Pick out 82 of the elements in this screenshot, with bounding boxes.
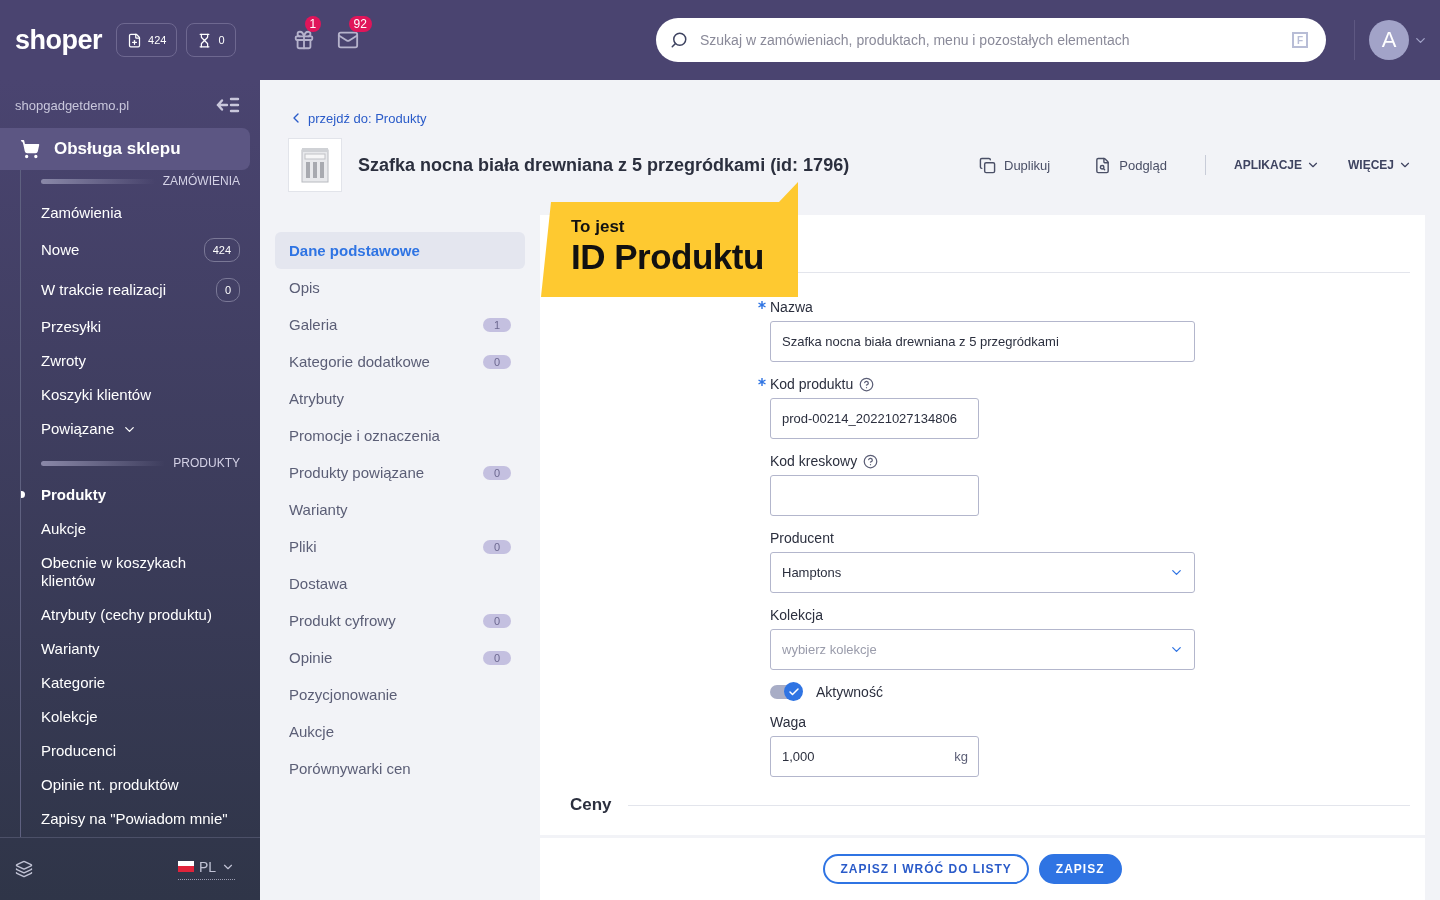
sidebar-item[interactable]: Warianty bbox=[41, 632, 240, 666]
notification-badge: 92 bbox=[348, 16, 372, 32]
sidebar-item[interactable]: Kolekcje bbox=[41, 700, 240, 734]
sidebar-item[interactable]: Zwroty bbox=[41, 344, 240, 378]
notification-badge: 1 bbox=[304, 16, 322, 32]
sidebar-item[interactable]: Zapisy na "Powiadom mnie" bbox=[41, 802, 240, 836]
input-field[interactable] bbox=[770, 475, 979, 516]
field-label: Nazwa bbox=[770, 299, 813, 315]
search-field[interactable]: Szukaj w zamówieniach, produktach, menu i pozostałych elementach F bbox=[656, 18, 1326, 62]
field-label: Aktywność bbox=[816, 684, 883, 700]
flag-icon bbox=[177, 861, 194, 872]
action-link[interactable]: Duplikuj bbox=[979, 156, 1051, 174]
menu-dropdown[interactable]: APLIKACJE bbox=[1233, 158, 1320, 172]
group-heading: PRODUKTY bbox=[173, 456, 240, 470]
field-label: Kod produktu bbox=[770, 376, 854, 392]
logo[interactable]: shoper bbox=[15, 24, 103, 56]
section-tab[interactable]: Promocje i oznaczenia bbox=[275, 417, 525, 454]
menu-dropdown[interactable]: WIĘCEJ bbox=[1348, 158, 1412, 172]
section-heading: Ceny bbox=[570, 795, 612, 815]
field-label: Kod kreskowy bbox=[770, 453, 858, 469]
cart-icon bbox=[20, 139, 40, 159]
back-link[interactable]: przejdź do: Produkty bbox=[288, 110, 427, 126]
select-field[interactable]: Hamptons bbox=[770, 552, 1195, 593]
check-icon bbox=[787, 685, 800, 698]
sidebar-item[interactable]: Producenci bbox=[41, 734, 240, 768]
section-tab[interactable]: Aukcje bbox=[275, 713, 525, 750]
unit-label: kg bbox=[954, 749, 968, 764]
callout-text: To jest bbox=[571, 217, 626, 237]
callout-title: ID Produktu bbox=[571, 237, 765, 277]
group-heading: ZAMÓWIENIA bbox=[162, 174, 240, 188]
section-tab[interactable]: Produkt cyfrowy 0 bbox=[275, 602, 525, 639]
field-label: Producent bbox=[770, 530, 834, 546]
sidebar-item[interactable]: Opinie nt. produktów bbox=[41, 768, 240, 802]
section-tab[interactable]: Produkty powiązane 0 bbox=[275, 454, 525, 491]
sidebar-item[interactable]: Aukcje bbox=[41, 512, 240, 546]
save-and-return-button[interactable]: ZAPISZ I WRÓĆ DO LISTY bbox=[823, 854, 1029, 884]
section-tab[interactable]: Pliki 0 bbox=[275, 528, 525, 565]
sidebar-item[interactable]: Atrybuty (cechy produktu) bbox=[41, 598, 240, 632]
section-tab[interactable]: Porównywarki cen bbox=[275, 750, 525, 787]
sidebar-item[interactable]: Koszyki klientów bbox=[41, 378, 240, 412]
section-tab[interactable]: Pozycjonowanie bbox=[275, 676, 525, 713]
shop-name: shopgadgetdemo.pl bbox=[15, 97, 130, 113]
section-tab[interactable]: Galeria 1 bbox=[275, 306, 525, 343]
section-tab[interactable]: Atrybuty bbox=[275, 380, 525, 417]
gift-icon[interactable] bbox=[292, 29, 315, 51]
input-field[interactable]: prod-00214_20221027134806 bbox=[770, 398, 979, 439]
copy-icon bbox=[979, 156, 996, 174]
help-icon[interactable] bbox=[863, 453, 879, 469]
sidebar-item[interactable]: Obecnie w koszykach klientów bbox=[41, 546, 240, 598]
counter-chip[interactable]: 0 bbox=[186, 23, 236, 57]
sidebar-item[interactable]: Nowe 424 bbox=[41, 230, 240, 270]
action-link[interactable]: Podgląd bbox=[1094, 156, 1167, 174]
input-field[interactable]: Szafka nocna biała drewniana z 5 przegródkami bbox=[770, 321, 1195, 362]
input-field[interactable]: 1,000 kg bbox=[770, 736, 979, 777]
save-button[interactable]: ZAPISZ bbox=[1038, 854, 1122, 884]
section-tab[interactable]: Dostawa bbox=[275, 565, 525, 602]
sidebar-item[interactable]: Zamówienia bbox=[41, 196, 240, 230]
file-search-icon bbox=[1094, 156, 1112, 174]
shortcut-key: F bbox=[1292, 32, 1308, 48]
section-tab[interactable]: Opinie 0 bbox=[275, 639, 525, 676]
layers-icon[interactable] bbox=[15, 860, 33, 878]
help-icon[interactable] bbox=[859, 376, 875, 392]
sidebar-item[interactable]: Produkty bbox=[41, 478, 240, 512]
language-selector[interactable]: PL bbox=[177, 858, 235, 880]
sidebar-item[interactable]: Przesyłki bbox=[41, 310, 240, 344]
section-tab[interactable]: Kategorie dodatkowe 0 bbox=[275, 343, 525, 380]
field-label: Waga bbox=[770, 714, 807, 730]
search-icon bbox=[670, 31, 688, 49]
sidebar-item[interactable]: W trakcie realizacji 0 bbox=[41, 270, 240, 310]
section-header[interactable]: Obsługa sklepu bbox=[0, 128, 250, 170]
collapse-menu-icon[interactable] bbox=[216, 96, 240, 114]
sidebar-item[interactable]: Kategorie bbox=[41, 666, 240, 700]
toggle-switch[interactable] bbox=[770, 685, 802, 699]
section-tab[interactable]: Opis bbox=[275, 269, 525, 306]
mail-icon[interactable] bbox=[336, 29, 359, 51]
section-tab[interactable]: Warianty bbox=[275, 491, 525, 528]
counter-chip[interactable]: 424 bbox=[116, 23, 178, 57]
product-title: Szafka nocna biała drewniana z 5 przegródkami (id: 1796) bbox=[358, 154, 851, 176]
file-plus-icon bbox=[127, 32, 143, 48]
field-label: Kolekcja bbox=[770, 607, 823, 623]
sidebar-item[interactable]: Powiązane bbox=[41, 412, 240, 446]
section-tab[interactable]: Dane podstawowe bbox=[275, 232, 525, 269]
